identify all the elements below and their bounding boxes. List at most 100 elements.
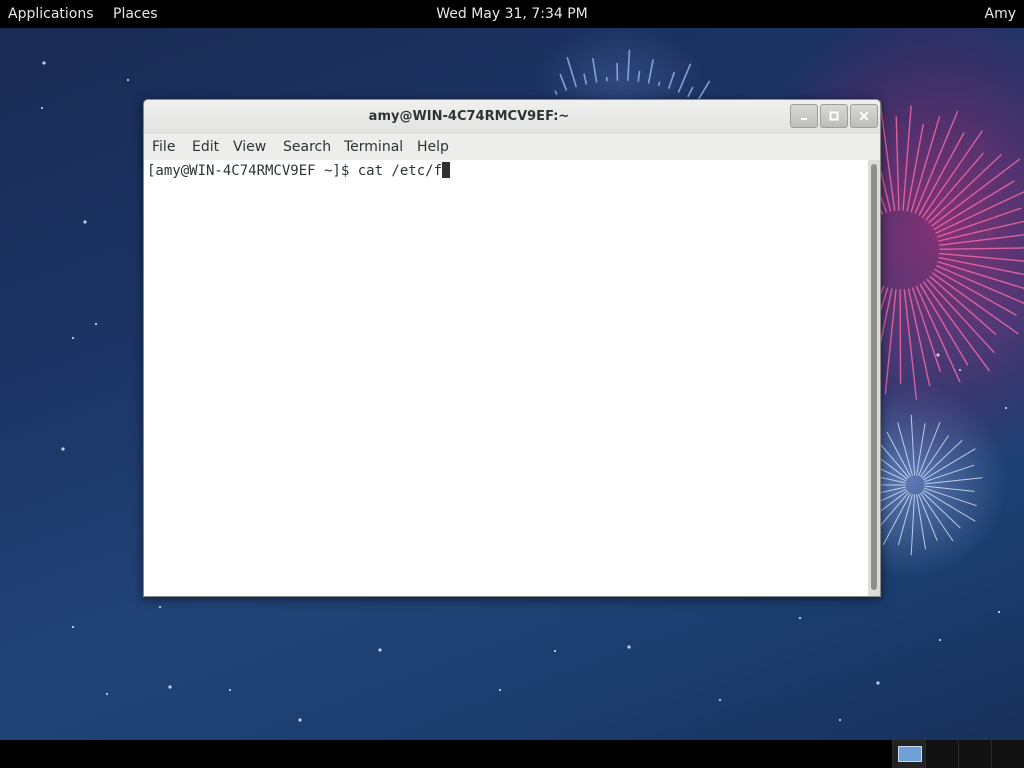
firework-ray — [559, 73, 568, 91]
shell-prompt: [amy@WIN-4C74RMCV9EF ~]$ — [147, 163, 358, 179]
firework-ray — [921, 439, 963, 479]
star — [40, 106, 44, 110]
minimize-icon — [801, 118, 807, 120]
star — [958, 368, 962, 372]
star — [168, 685, 172, 689]
minimize-button[interactable] — [790, 104, 818, 128]
firework-ray — [920, 435, 949, 478]
clock[interactable]: Wed May 31, 7:34 PM — [436, 0, 588, 28]
prompt-line: [amy@WIN-4C74RMCV9EF ~]$ cat /etc/f — [147, 162, 451, 180]
workspace-2[interactable] — [925, 740, 958, 768]
star — [42, 61, 46, 65]
workspace-3[interactable] — [958, 740, 991, 768]
workspace-1[interactable] — [892, 740, 925, 768]
firework-ray — [879, 100, 896, 212]
window-title: amy@WIN-4C74RMCV9EF:~ — [368, 109, 570, 124]
firework-ray — [627, 49, 631, 82]
firework-ray — [903, 289, 918, 400]
menu-edit[interactable]: Edit — [192, 134, 219, 160]
window-titlebar[interactable]: amy@WIN-4C74RMCV9EF:~ — [144, 100, 880, 134]
firework-ray — [935, 191, 1024, 234]
star — [498, 688, 502, 692]
close-icon — [860, 112, 868, 120]
menu-view[interactable]: View — [233, 134, 266, 160]
workspace-switcher — [892, 740, 1024, 768]
firework-ray — [910, 494, 915, 556]
firework-ray — [921, 491, 961, 529]
close-button[interactable] — [850, 104, 878, 128]
desktop: Wed May 31, 7:34 PM Applications Places … — [0, 0, 1024, 768]
firework-ray — [910, 414, 915, 476]
text-cursor — [442, 162, 451, 178]
firework-ray — [677, 63, 692, 93]
firework-ray — [939, 247, 1024, 251]
menu-search[interactable]: Search — [283, 134, 331, 160]
firework-ray — [916, 494, 926, 550]
star — [61, 447, 65, 451]
firework-ray — [931, 158, 1021, 227]
firework-ray — [923, 448, 976, 481]
star — [94, 322, 98, 326]
user-menu[interactable]: Amy — [985, 0, 1017, 28]
menu-terminal[interactable]: Terminal — [344, 134, 403, 160]
firework-ray — [647, 59, 654, 84]
terminal-output[interactable]: [amy@WIN-4C74RMCV9EF ~]$ cat /etc/f — [144, 160, 868, 596]
star — [553, 649, 557, 653]
star — [126, 78, 130, 82]
star — [627, 645, 631, 649]
firework-ray — [566, 57, 577, 88]
firework-ray — [933, 180, 1015, 231]
star — [378, 648, 382, 652]
star — [1004, 406, 1008, 410]
firework-ray — [926, 278, 995, 353]
firework-ray — [918, 493, 938, 541]
terminal-scrollbar[interactable] — [868, 160, 880, 596]
star — [158, 605, 162, 609]
firework-ray — [920, 492, 954, 542]
menu-file[interactable]: File — [152, 134, 175, 160]
top-panel: Wed May 31, 7:34 PM Applications Places … — [0, 0, 1024, 28]
window-controls — [788, 104, 878, 130]
star — [298, 718, 302, 722]
firework-ray — [939, 252, 1024, 262]
firework-ray — [919, 283, 969, 366]
star — [228, 688, 232, 692]
firework-ray — [918, 421, 941, 477]
firework-ray — [907, 288, 931, 387]
menu-help[interactable]: Help — [417, 134, 449, 160]
firework-ray — [895, 116, 900, 211]
workspace-4[interactable] — [991, 740, 1024, 768]
star — [105, 692, 109, 696]
star — [83, 220, 87, 224]
star — [938, 638, 942, 642]
terminal-window: amy@WIN-4C74RMCV9EF:~ File Edit View Sea… — [143, 99, 881, 597]
star — [876, 681, 880, 685]
workspace-window-thumbnail — [898, 746, 922, 762]
star — [71, 336, 75, 340]
firework-ray — [583, 73, 588, 85]
places-menu[interactable]: Places — [113, 0, 158, 28]
maximize-button[interactable] — [820, 104, 848, 128]
firework-ray — [882, 493, 911, 546]
star — [838, 718, 842, 722]
star — [798, 616, 802, 620]
star — [997, 610, 1001, 614]
firework-ray — [637, 70, 641, 82]
command-input[interactable]: cat /etc/f — [358, 163, 442, 179]
firework-ray — [592, 58, 598, 83]
star — [718, 698, 722, 702]
firework-ray — [923, 281, 990, 372]
firework-ray — [554, 90, 558, 95]
star — [71, 625, 75, 629]
scrollbar-thumb[interactable] — [871, 164, 877, 590]
window-menubar: File Edit View Search Terminal Help — [144, 134, 880, 160]
firework-ray — [916, 423, 926, 476]
bottom-panel — [0, 740, 1024, 768]
firework-ray — [928, 154, 1002, 224]
firework-ray — [668, 71, 676, 89]
firework-ray — [658, 81, 661, 86]
applications-menu[interactable]: Applications — [8, 0, 94, 28]
firework-ray — [923, 489, 976, 522]
star — [936, 353, 940, 357]
firework-ray — [884, 289, 897, 395]
